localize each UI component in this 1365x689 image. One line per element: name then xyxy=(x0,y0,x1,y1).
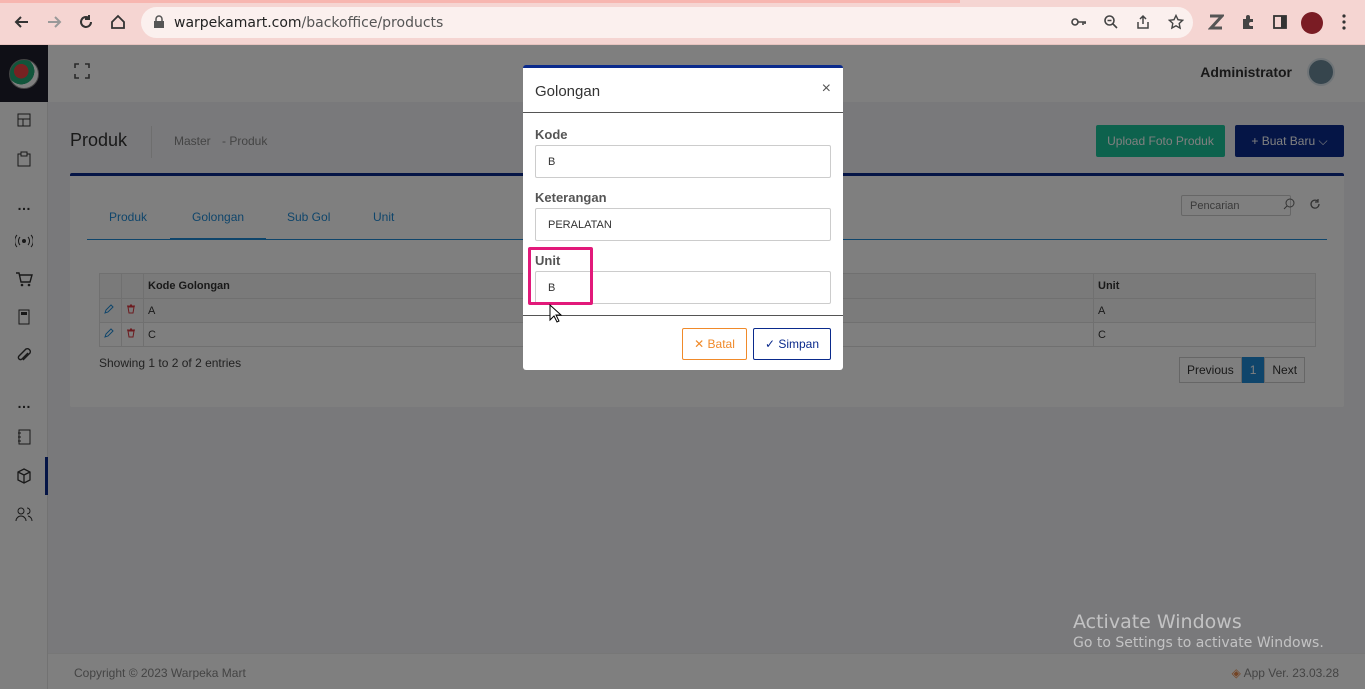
profile-avatar[interactable] xyxy=(1301,12,1323,34)
keterangan-label: Keterangan xyxy=(535,190,607,205)
tab-strip xyxy=(0,0,960,3)
keterangan-input[interactable] xyxy=(535,208,831,241)
focus-highlight xyxy=(528,247,593,305)
puzzle-icon[interactable] xyxy=(1238,12,1258,32)
modal-title: Golongan xyxy=(535,83,601,100)
kode-label: Kode xyxy=(535,127,568,142)
lock-icon xyxy=(153,15,165,32)
browser-chrome: warpekamart.com/backoffice/products xyxy=(0,0,1365,45)
address-bar[interactable]: warpekamart.com/backoffice/products xyxy=(141,7,1193,38)
url-text: warpekamart.com/backoffice/products xyxy=(174,15,443,31)
back-icon[interactable] xyxy=(11,11,33,33)
mouse-cursor-icon xyxy=(549,303,563,327)
share-icon[interactable] xyxy=(1133,12,1153,32)
url-path: /backoffice/products xyxy=(301,15,444,31)
modal-divider xyxy=(523,315,843,316)
url-host: warpekamart.com xyxy=(174,15,302,31)
menu-dots-icon[interactable] xyxy=(1334,12,1354,32)
watermark-line-2: Go to Settings to activate Windows. xyxy=(1073,635,1324,651)
extension-z-icon[interactable] xyxy=(1206,12,1226,32)
home-icon[interactable] xyxy=(107,11,129,33)
close-icon[interactable]: × xyxy=(822,80,831,98)
windows-watermark: Activate Windows Go to Settings to activ… xyxy=(1073,611,1324,651)
save-button[interactable]: ✓ Simpan xyxy=(753,328,831,360)
kode-input[interactable] xyxy=(535,145,831,178)
zoom-icon[interactable] xyxy=(1101,12,1121,32)
modal-divider xyxy=(523,112,843,113)
reload-icon[interactable] xyxy=(75,11,97,33)
watermark-line-1: Activate Windows xyxy=(1073,611,1242,633)
key-icon[interactable] xyxy=(1069,12,1089,32)
bookmark-star-icon[interactable] xyxy=(1166,12,1186,32)
golongan-modal: Golongan × Kode Keterangan Unit ✕ Batal … xyxy=(523,65,843,370)
forward-icon[interactable] xyxy=(43,11,65,33)
cancel-button[interactable]: ✕ Batal xyxy=(682,328,747,360)
sidepanel-icon[interactable] xyxy=(1270,12,1290,32)
